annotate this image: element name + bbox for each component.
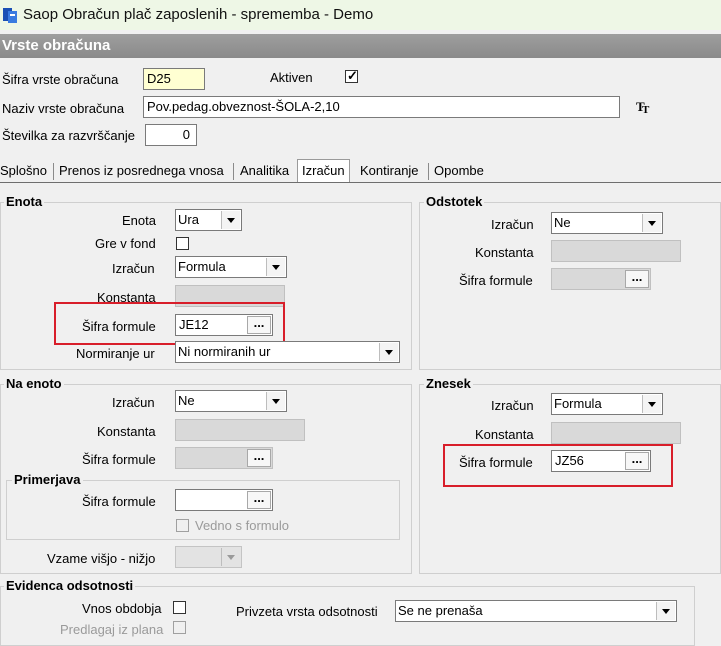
tab-splosno[interactable]: Splošno (0, 160, 47, 182)
znesek-izracun-select[interactable]: Formula (551, 393, 663, 415)
sifra-vrste-label: Šifra vrste obračuna (2, 72, 119, 87)
enota-izracun-select[interactable]: Formula (175, 256, 287, 278)
odstotek-izracun-value: Ne (554, 215, 571, 230)
tab-baseline (0, 182, 721, 183)
na-enoto-sifra-formule-label: Šifra formule (82, 452, 156, 467)
chevron-down-icon[interactable] (266, 258, 285, 276)
odstotek-konstanta-input (551, 240, 681, 262)
tab-analitika[interactable]: Analitika (240, 160, 289, 182)
evidenca-group-title: Evidenca odsotnosti (4, 578, 136, 593)
enota-group-title: Enota (4, 194, 45, 209)
znesek-konstanta-label: Konstanta (475, 427, 534, 442)
svg-text:T: T (642, 104, 650, 113)
font-tt-icon[interactable]: T T (636, 99, 652, 113)
odstotek-group-title: Odstotek (424, 194, 485, 209)
gre-v-fond-checkbox[interactable] (176, 237, 189, 250)
na-enoto-konstanta-label: Konstanta (97, 424, 156, 439)
odstotek-izracun-label: Izračun (491, 217, 534, 232)
lookup-button[interactable]: ... (247, 449, 271, 467)
znesek-group-title: Znesek (424, 376, 473, 391)
predlagaj-iz-plana-checkbox (173, 621, 186, 634)
section-header: Vrste obračuna (0, 34, 721, 58)
znesek-konstanta-input (551, 422, 681, 444)
normiranje-ur-label: Normiranje ur (76, 346, 155, 361)
enota-select[interactable]: Ura (175, 209, 242, 231)
enota-label: Enota (122, 213, 156, 228)
na-enoto-group-title: Na enoto (4, 376, 64, 391)
primerjava-sifra-formule-input[interactable]: ... (175, 489, 273, 511)
checkmark-icon: ✓ (347, 68, 358, 83)
vedno-s-formulo-label: Vedno s formulo (195, 518, 289, 533)
znesek-sifra-formule-input[interactable]: JZ56 ... (551, 450, 651, 472)
chevron-down-icon[interactable] (642, 395, 661, 413)
enota-izracun-value: Formula (178, 259, 226, 274)
chevron-down-icon[interactable] (221, 211, 240, 229)
odstotek-izracun-select[interactable]: Ne (551, 212, 663, 234)
tab-separator (53, 163, 54, 180)
page-title: Vrste obračuna (2, 37, 111, 54)
enota-sifra-formule-input[interactable]: JE12 ... (175, 314, 273, 336)
vzame-visjo-label: Vzame višjo - nižjo (47, 551, 156, 566)
tab-separator (428, 163, 429, 180)
sifra-vrste-input[interactable]: D25 (143, 68, 205, 90)
predlagaj-iz-plana-label: Predlagaj iz plana (60, 622, 164, 637)
stevilka-input[interactable]: 0 (145, 124, 197, 146)
primerjava-group-title: Primerjava (12, 472, 83, 487)
na-enoto-izracun-select[interactable]: Ne (175, 390, 287, 412)
lookup-button[interactable]: ... (247, 491, 271, 509)
znesek-izracun-value: Formula (554, 396, 602, 411)
vnos-obdobja-checkbox[interactable] (173, 601, 186, 614)
chevron-down-icon[interactable] (642, 214, 661, 232)
chevron-down-icon (221, 548, 240, 566)
naziv-label: Naziv vrste obračuna (2, 101, 125, 116)
aktiven-checkbox[interactable]: ✓ (345, 68, 358, 83)
na-enoto-izracun-value: Ne (178, 393, 195, 408)
privzeta-vrsta-label: Privzeta vrsta odsotnosti (236, 604, 378, 619)
vedno-s-formulo-checkbox (176, 519, 189, 532)
normiranje-ur-select[interactable]: Ni normiranih ur (175, 341, 400, 363)
odstotek-konstanta-label: Konstanta (475, 245, 534, 260)
tab-izracun[interactable]: Izračun (297, 159, 350, 182)
gre-v-fond-label: Gre v fond (95, 236, 156, 251)
enota-izracun-label: Izračun (112, 261, 155, 276)
normiranje-ur-value: Ni normiranih ur (178, 344, 271, 359)
odstotek-sifra-formule-input[interactable]: ... (551, 268, 651, 290)
stevilka-label: Številka za razvrščanje (2, 128, 135, 143)
na-enoto-izracun-label: Izračun (112, 395, 155, 410)
primerjava-sifra-formule-label: Šifra formule (82, 494, 156, 509)
chevron-down-icon[interactable] (379, 343, 398, 361)
enota-select-value: Ura (178, 212, 199, 227)
app-icon (3, 8, 17, 23)
tab-bar: Splošno Prenos iz posrednega vnosa Anali… (0, 159, 721, 183)
chevron-down-icon[interactable] (266, 392, 285, 410)
tab-prenos[interactable]: Prenos iz posrednega vnosa (59, 160, 224, 182)
odstotek-sifra-formule-label: Šifra formule (459, 273, 533, 288)
vzame-visjo-select (175, 546, 242, 568)
lookup-button[interactable]: ... (625, 452, 649, 470)
aktiven-label: Aktiven (270, 70, 313, 85)
window-titlebar: Saop Obračun plač zaposlenih - sprememba… (0, 0, 721, 30)
tab-opombe[interactable]: Opombe (434, 160, 484, 182)
na-enoto-konstanta-input (175, 419, 305, 441)
na-enoto-sifra-formule-input[interactable]: ... (175, 447, 273, 469)
enota-sifra-formule-label: Šifra formule (82, 319, 156, 334)
naziv-input[interactable]: Pov.pedag.obveznost-ŠOLA-2,10 (143, 96, 620, 118)
privzeta-vrsta-value: Se ne prenaša (398, 603, 483, 618)
znesek-sifra-formule-label: Šifra formule (459, 455, 533, 470)
vnos-obdobja-label: Vnos obdobja (82, 601, 162, 616)
lookup-button[interactable]: ... (625, 270, 649, 288)
znesek-sifra-formule-value: JZ56 (555, 453, 584, 468)
enota-sifra-formule-value: JE12 (179, 317, 209, 332)
tab-separator (233, 163, 234, 180)
privzeta-vrsta-select[interactable]: Se ne prenaša (395, 600, 677, 622)
lookup-button[interactable]: ... (247, 316, 271, 334)
window-title: Saop Obračun plač zaposlenih - sprememba… (23, 6, 374, 23)
tab-kontiranje[interactable]: Kontiranje (360, 160, 419, 182)
chevron-down-icon[interactable] (656, 602, 675, 620)
znesek-izracun-label: Izračun (491, 398, 534, 413)
